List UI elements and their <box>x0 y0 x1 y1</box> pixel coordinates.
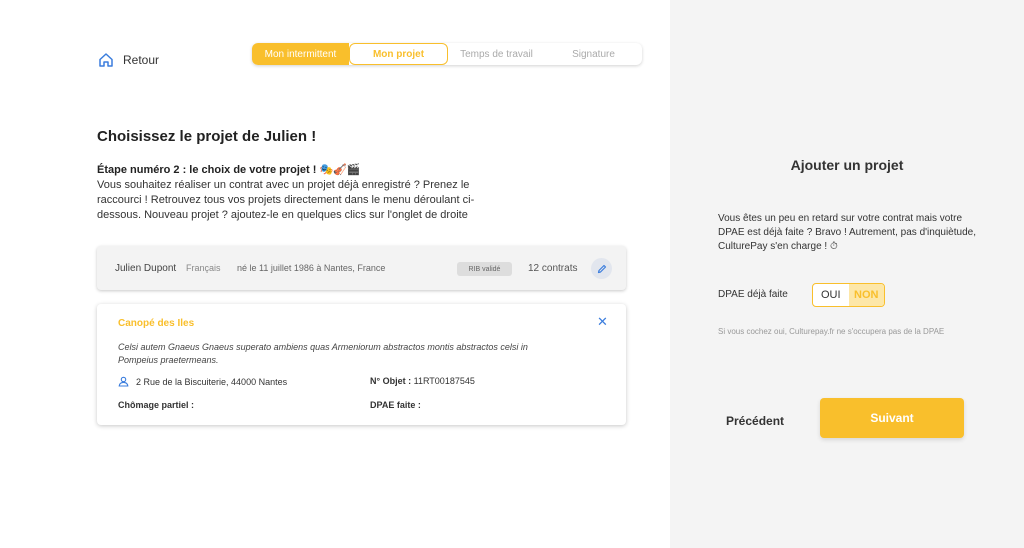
project-title: Canopé des Iles <box>118 318 195 329</box>
main-panel: Retour Mon intermittent Mon projet Temps… <box>0 0 670 548</box>
rib-status-badge: RIB validé <box>457 262 512 276</box>
project-address: 2 Rue de la Biscuiterie, 44000 Nantes <box>118 376 287 387</box>
previous-button[interactable]: Précédent <box>726 414 784 428</box>
close-icon[interactable]: ✕ <box>597 315 608 328</box>
project-objet: N° Objet : 11RT00187545 <box>370 376 475 386</box>
person-icon <box>118 376 129 387</box>
dpae-toggle: OUI NON <box>812 283 885 307</box>
next-button[interactable]: Suivant <box>820 398 964 438</box>
back-label: Retour <box>123 53 160 67</box>
add-project-panel: Ajouter un projet Vous êtes un peu en re… <box>670 0 1024 548</box>
step-heading: Étape numéro 2 : le choix de votre proje… <box>97 164 361 176</box>
person-nationality: Français <box>186 263 221 273</box>
dpae-question: DPAE déjà faite <box>718 289 788 300</box>
project-description: Celsi autem Gnaeus Gnaeus superato ambie… <box>118 342 528 365</box>
step-temps-de-travail[interactable]: Temps de travail <box>448 43 545 65</box>
chomage-label: Chômage partiel : <box>118 400 195 410</box>
progress-stepper: Mon intermittent Mon projet Temps de tra… <box>252 43 642 65</box>
page-title: Choisissez le projet de Julien ! <box>97 128 317 145</box>
objet-label: N° Objet : <box>370 376 412 386</box>
person-card: Julien Dupont Français né le 11 juillet … <box>97 246 626 290</box>
address-text: 2 Rue de la Biscuiterie, 44000 Nantes <box>136 376 288 387</box>
dpae-non-option[interactable]: NON <box>848 284 884 306</box>
person-birth: né le 11 juillet 1986 à Nantes, France <box>237 263 386 273</box>
back-button[interactable]: Retour <box>98 52 159 68</box>
contracts-count: 12 contrats <box>528 263 578 274</box>
step-mon-intermittent[interactable]: Mon intermittent <box>252 43 349 65</box>
home-icon <box>98 52 114 68</box>
dpae-oui-option[interactable]: OUI <box>813 284 849 306</box>
step-signature[interactable]: Signature <box>545 43 642 65</box>
sidebar-text: Vous êtes un peu en retard sur votre con… <box>718 213 976 252</box>
objet-value: 11RT00187545 <box>413 376 475 386</box>
pencil-icon <box>597 264 606 273</box>
dpae-note: Si vous cochez oui, Culturepay.fr ne s'o… <box>718 327 945 336</box>
dpae-faite-label: DPAE faite : <box>370 400 421 410</box>
step-intro: Étape numéro 2 : le choix de votre proje… <box>97 163 507 223</box>
sidebar-title: Ajouter un projet <box>790 157 904 173</box>
person-name: Julien Dupont <box>115 263 177 274</box>
project-card: Canopé des Iles ✕ Celsi autem Gnaeus Gna… <box>97 304 626 425</box>
edit-person-button[interactable] <box>591 258 612 279</box>
step-mon-projet[interactable]: Mon projet <box>349 43 448 65</box>
step-text: Vous souhaitez réaliser un contrat avec … <box>97 179 475 221</box>
